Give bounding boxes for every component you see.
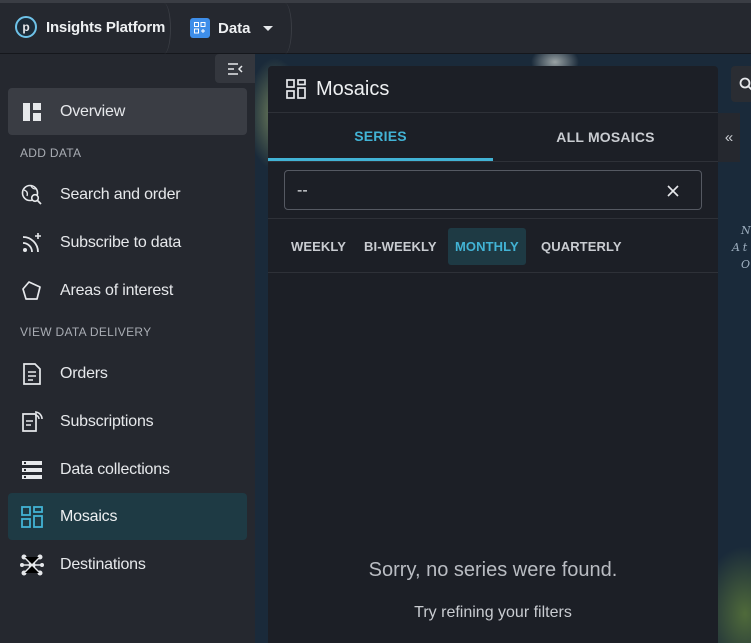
sidebar: Overview ADD DATA Search and order Subsc… xyxy=(0,54,255,643)
chip-monthly[interactable]: MONTHLY xyxy=(448,228,526,265)
data-grid-icon xyxy=(190,18,210,38)
section-label-add-data: ADD DATA xyxy=(20,146,82,160)
top-bar: p Insights Platform Data xyxy=(0,0,751,54)
sidebar-collapse-button[interactable] xyxy=(215,54,255,83)
sidebar-item-label: Search and order xyxy=(60,185,181,203)
sidebar-item-collections[interactable]: Data collections xyxy=(8,446,247,493)
brand[interactable]: p Insights Platform xyxy=(15,15,165,39)
list-stack-icon xyxy=(20,458,44,482)
sidebar-item-label: Data collections xyxy=(60,460,170,478)
map-label-2: At xyxy=(732,241,751,254)
double-chevron-left-icon: « xyxy=(724,129,734,146)
chip-quarterly[interactable]: QUARTERLY xyxy=(534,228,629,265)
mosaics-panel: Mosaics SERIES ALL MOSAICS WEEKLY BI-WEE… xyxy=(268,66,718,643)
sidebar-item-label: Overview xyxy=(60,102,126,120)
network-hub-icon xyxy=(20,553,44,577)
panel-title: Mosaics xyxy=(316,77,390,100)
sidebar-item-label: Subscribe to data xyxy=(60,233,182,251)
map-label-3: O xyxy=(741,258,751,271)
sidebar-item-orders[interactable]: Orders xyxy=(8,350,247,397)
sidebar-item-areas[interactable]: Areas of interest xyxy=(8,267,247,314)
empty-state-subtitle: Try refining your filters xyxy=(414,604,572,621)
chip-weekly[interactable]: WEEKLY xyxy=(284,228,353,265)
chevron-down-icon xyxy=(262,25,273,31)
globe-search-icon xyxy=(20,183,44,207)
polygon-icon xyxy=(20,279,44,303)
sidebar-item-label: Areas of interest xyxy=(60,281,174,299)
tab-all-mosaics[interactable]: ALL MOSAICS xyxy=(493,113,718,161)
sidebar-item-label: Orders xyxy=(60,364,108,382)
app-name: Insights Platform xyxy=(46,18,166,36)
document-icon xyxy=(20,362,44,386)
map-label-1: N xyxy=(741,224,751,237)
data-menu-dropdown[interactable]: Data xyxy=(190,17,273,39)
map-search-button[interactable] xyxy=(731,66,751,102)
panel-collapse-button[interactable]: « xyxy=(718,113,740,162)
dashboard-icon xyxy=(20,100,44,124)
sidebar-item-destinations[interactable]: Destinations xyxy=(8,541,247,588)
series-search-field[interactable] xyxy=(284,170,702,210)
divider xyxy=(157,3,171,54)
sidebar-item-label: Destinations xyxy=(60,555,146,573)
brand-logo-icon: p xyxy=(15,16,37,38)
tab-series[interactable]: SERIES xyxy=(268,113,493,161)
panel-header: Mosaics xyxy=(268,66,718,113)
empty-state-title: Sorry, no series were found. xyxy=(368,559,618,581)
sidebar-item-subscribe[interactable]: Subscribe to data xyxy=(8,219,247,266)
rss-add-icon xyxy=(20,231,44,255)
sidebar-item-overview[interactable]: Overview xyxy=(8,88,247,135)
series-search-input[interactable] xyxy=(297,180,657,202)
interval-filter-chips: WEEKLY BI-WEEKLY MONTHLY QUARTERLY xyxy=(268,219,718,273)
search-row xyxy=(268,162,718,219)
mosaic-grid-icon xyxy=(286,79,306,99)
close-icon[interactable] xyxy=(665,183,681,199)
subscription-document-icon xyxy=(20,410,44,434)
sidebar-item-label: Subscriptions xyxy=(60,412,154,430)
search-icon xyxy=(739,77,751,91)
sidebar-item-mosaics[interactable]: Mosaics xyxy=(8,493,247,540)
section-label-view-delivery: VIEW DATA DELIVERY xyxy=(20,325,152,339)
data-menu-label: Data xyxy=(218,19,251,37)
panel-tabs: SERIES ALL MOSAICS xyxy=(268,113,718,162)
sidebar-item-search-order[interactable]: Search and order xyxy=(8,171,247,218)
collapse-menu-icon xyxy=(228,62,243,75)
sidebar-item-label: Mosaics xyxy=(60,507,118,525)
chip-bi-weekly[interactable]: BI-WEEKLY xyxy=(357,228,444,265)
divider xyxy=(278,3,292,54)
sidebar-item-subscriptions[interactable]: Subscriptions xyxy=(8,398,247,445)
mosaic-grid-icon xyxy=(20,505,44,529)
